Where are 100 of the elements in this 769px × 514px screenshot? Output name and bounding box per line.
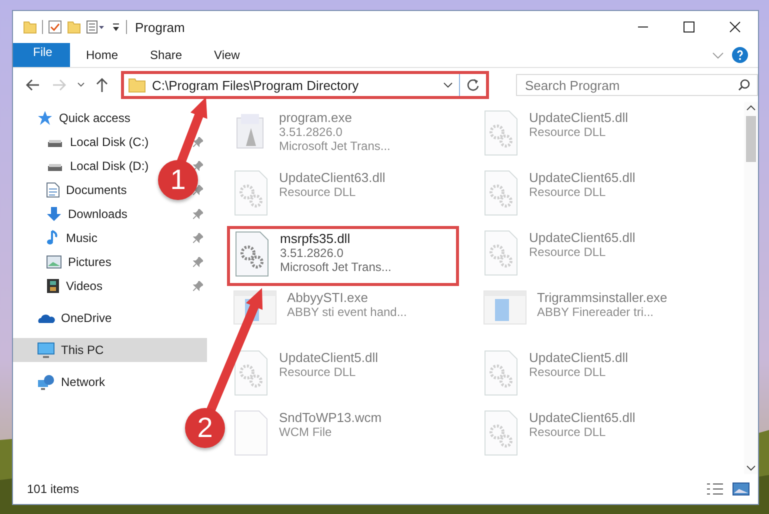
file-icon bbox=[233, 410, 269, 456]
address-path: C:\Program Files\Program Directory bbox=[152, 78, 360, 92]
file-name: UpdateClient5.dll bbox=[279, 350, 378, 365]
nav-item[interactable]: Local Disk (D:) bbox=[70, 159, 149, 173]
file-detail: Microsoft Jet Trans... bbox=[279, 139, 390, 153]
file-detail: ABBY Finereader tri... bbox=[537, 305, 654, 319]
pin-icon[interactable] bbox=[193, 185, 203, 195]
nav-item[interactable]: Local Disk (C:) bbox=[70, 135, 149, 149]
film-icon bbox=[46, 278, 60, 294]
network-icon bbox=[37, 374, 55, 390]
file-detail: Resource DLL bbox=[279, 365, 357, 379]
pin-icon[interactable] bbox=[193, 281, 203, 291]
monitor-icon bbox=[37, 342, 55, 358]
file-detail: 3.51.2826.0 bbox=[279, 125, 344, 139]
file-name: UpdateClient65.dll bbox=[529, 410, 636, 425]
nav-item[interactable]: This PC bbox=[61, 343, 104, 357]
file-name: UpdateClient65.dll bbox=[529, 230, 636, 245]
pin-icon[interactable] bbox=[193, 233, 203, 243]
nav-item[interactable]: Quick access bbox=[59, 111, 130, 125]
file-name: UpdateClient5.dll bbox=[529, 350, 628, 365]
scroll-up-icon[interactable] bbox=[746, 104, 756, 112]
recent-locations-icon[interactable] bbox=[77, 81, 85, 89]
file-detail: ABBY sti event hand... bbox=[287, 305, 407, 319]
gear-file-icon bbox=[483, 110, 519, 156]
address-bar[interactable]: C:\Program Files\Program Directory bbox=[121, 71, 489, 99]
scrollbar-thumb[interactable] bbox=[746, 116, 756, 162]
file-item[interactable]: UpdateClient65.dll Resource DLL bbox=[477, 406, 709, 466]
application-icon bbox=[483, 290, 527, 326]
up-icon[interactable] bbox=[95, 77, 109, 93]
music-note-icon bbox=[46, 230, 60, 246]
file-item[interactable]: SndToWP13.wcm WCM File bbox=[227, 406, 459, 466]
properties-icon[interactable] bbox=[86, 20, 106, 34]
search-field[interactable]: Search Program bbox=[516, 74, 758, 96]
ribbon-tab[interactable]: Home bbox=[70, 43, 134, 67]
file-detail: Microsoft Jet Trans... bbox=[280, 260, 392, 274]
help-icon[interactable] bbox=[732, 47, 748, 63]
close-icon bbox=[729, 21, 741, 33]
gear-file-icon bbox=[233, 170, 269, 216]
nav-item[interactable]: Pictures bbox=[68, 255, 112, 269]
file-detail: Resource DLL bbox=[279, 185, 357, 199]
file-item[interactable]: program.exe 3.51.2826.0 Microsoft Jet Trans... bbox=[227, 106, 459, 166]
down-arrow-icon bbox=[46, 206, 62, 222]
pin-icon[interactable] bbox=[193, 209, 203, 219]
cloud-icon bbox=[37, 312, 55, 324]
file-detail: 3.51.2826.0 bbox=[280, 246, 344, 260]
gear-file-icon bbox=[233, 350, 269, 396]
refresh-icon[interactable] bbox=[466, 78, 480, 92]
gear-file-icon bbox=[483, 350, 519, 396]
file-detail: Resource DLL bbox=[529, 185, 607, 199]
pin-icon[interactable] bbox=[193, 257, 203, 267]
document-icon bbox=[46, 182, 60, 198]
file-name: UpdateClient5.dll bbox=[529, 110, 628, 125]
nav-item[interactable]: Downloads bbox=[68, 207, 128, 221]
file-detail: WCM File bbox=[279, 425, 333, 439]
file-name: UpdateClient65.dll bbox=[529, 170, 636, 185]
back-icon[interactable] bbox=[25, 77, 41, 93]
large-icons-view-icon[interactable] bbox=[732, 482, 750, 496]
star-icon bbox=[37, 110, 53, 126]
nav-item[interactable]: Music bbox=[66, 231, 98, 245]
pin-icon[interactable] bbox=[193, 137, 203, 147]
ribbon-tab[interactable]: View bbox=[198, 43, 256, 67]
file-name: msrpfs35.dll bbox=[280, 231, 352, 246]
window-title: Program bbox=[135, 20, 185, 34]
pin-icon[interactable] bbox=[193, 161, 203, 171]
file-item[interactable]: UpdateClient5.dll Resource DLL bbox=[477, 106, 709, 166]
gear-file-icon bbox=[483, 170, 519, 216]
file-detail: Resource DLL bbox=[529, 425, 607, 439]
file-detail: Resource DLL bbox=[529, 125, 607, 139]
item-count: 101 items bbox=[27, 482, 80, 496]
nav-item[interactable]: Documents bbox=[66, 183, 127, 197]
file-detail: Resource DLL bbox=[529, 365, 607, 379]
file-item[interactable]: msrpfs35.dll 3.51.2826.0 Microsoft Jet Trans... bbox=[227, 226, 459, 286]
gear-file-icon bbox=[483, 410, 519, 456]
folder-icon bbox=[128, 77, 146, 93]
nav-item[interactable]: OneDrive bbox=[61, 311, 112, 325]
maximize-icon bbox=[683, 21, 695, 33]
file-name: UpdateClient63.dll bbox=[279, 170, 386, 185]
file-menu-tab[interactable]: File bbox=[13, 43, 70, 67]
file-name: Trigrammsinstaller.exe bbox=[537, 290, 668, 305]
file-item[interactable]: UpdateClient63.dll Resource DLL bbox=[227, 166, 459, 226]
scroll-down-icon[interactable] bbox=[746, 464, 756, 472]
file-detail: Resource DLL bbox=[529, 245, 607, 259]
nav-item[interactable]: Videos bbox=[66, 279, 102, 293]
file-name: SndToWP13.wcm bbox=[279, 410, 382, 425]
details-view-icon[interactable] bbox=[706, 482, 724, 496]
file-item[interactable]: UpdateClient5.dll Resource DLL bbox=[477, 346, 709, 406]
file-name: program.exe bbox=[279, 110, 353, 125]
gear-file-icon bbox=[234, 231, 270, 277]
file-name: AbbyySTI.exe bbox=[287, 290, 369, 305]
ribbon-tab[interactable]: Share bbox=[134, 43, 198, 67]
expand-ribbon-icon[interactable] bbox=[712, 50, 724, 60]
checklist-icon[interactable] bbox=[48, 20, 62, 34]
file-item[interactable]: UpdateClient5.dll Resource DLL bbox=[227, 346, 459, 406]
gear-file-icon bbox=[483, 230, 519, 276]
picture-icon bbox=[46, 255, 62, 269]
file-item[interactable]: UpdateClient65.dll Resource DLL bbox=[477, 226, 709, 286]
nav-item[interactable]: Network bbox=[61, 375, 106, 389]
dropdown-icon[interactable] bbox=[443, 81, 453, 89]
file-item[interactable]: Trigrammsinstaller.exe ABBY Finereader tri... bbox=[477, 286, 709, 346]
file-item[interactable]: UpdateClient65.dll Resource DLL bbox=[477, 166, 709, 226]
